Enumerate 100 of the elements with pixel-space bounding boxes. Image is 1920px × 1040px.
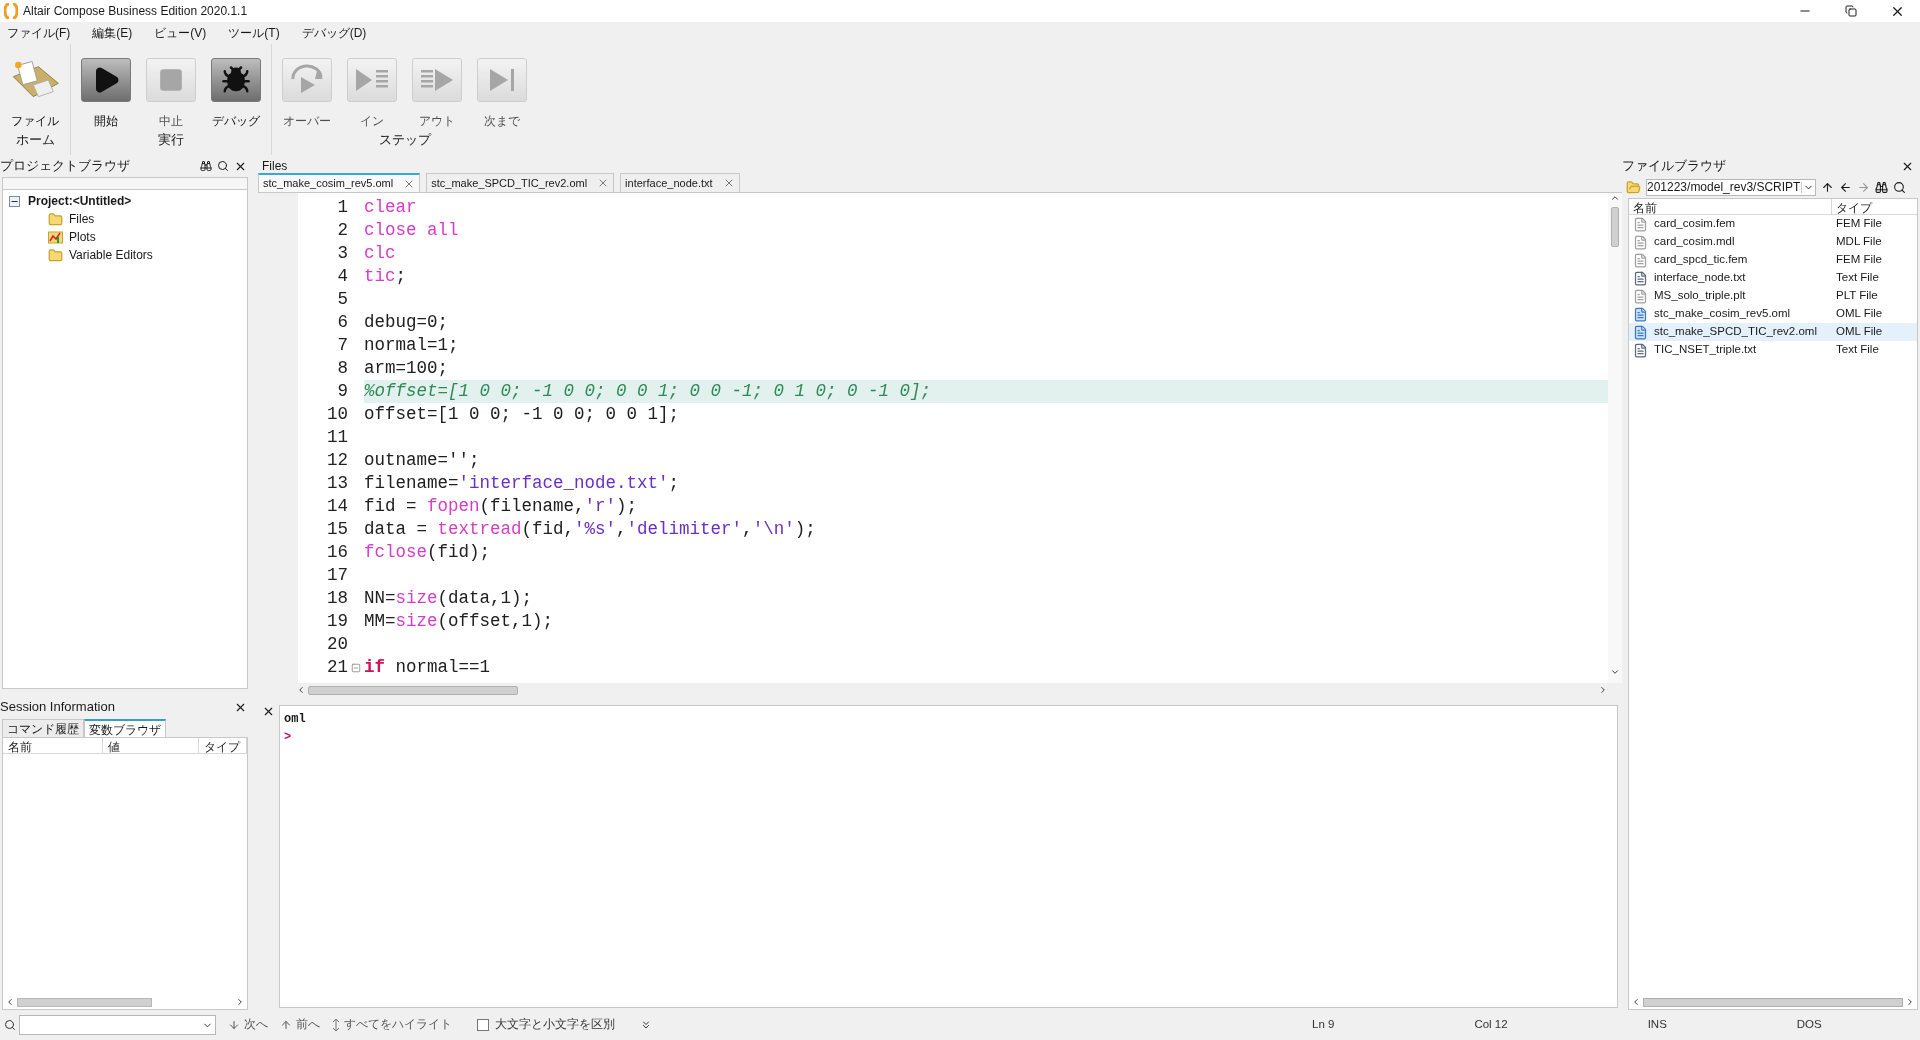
menu-item[interactable]: デバッグ(D) xyxy=(296,24,372,42)
ribbon-group-label: ステップ xyxy=(378,131,431,149)
code-line: arm=100; xyxy=(364,357,448,381)
folder-icon xyxy=(1626,179,1641,195)
menu-item[interactable]: ツール(T) xyxy=(223,24,285,42)
file-row[interactable]: stc_make_SPCD_TIC_rev2.oml OML File xyxy=(1629,323,1917,341)
tree-item[interactable]: Project:<Untitled> xyxy=(28,192,132,210)
panel-title: ファイルブラウザ xyxy=(1622,157,1726,176)
find-button[interactable]: 次へ xyxy=(228,1016,268,1034)
up-arrow-icon xyxy=(280,1019,292,1031)
file-row[interactable]: interface_node.txt Text File xyxy=(1629,269,1917,287)
file-row[interactable]: card_cosim.fem FEM File xyxy=(1629,215,1917,233)
scroll-right-icon[interactable] xyxy=(1905,997,1915,1007)
scrollbar-thumb[interactable] xyxy=(1611,207,1619,247)
scroll-left-icon[interactable] xyxy=(5,997,15,1007)
forward-arrow-icon[interactable] xyxy=(1857,180,1870,194)
file-name: stc_make_cosim_rev5.oml xyxy=(1654,306,1791,322)
checkbox-label: 大文字と小文字を区別 xyxy=(495,1017,615,1033)
code-line: %offset=[1 0 0; -1 0 0; 0 0 1; 0 0 -1; 0 1 0; 0 -1 0]; xyxy=(364,380,932,404)
scroll-left-icon[interactable] xyxy=(1631,997,1641,1007)
down-arrow-icon xyxy=(228,1019,240,1031)
tree-item[interactable]: Variable Editors xyxy=(69,246,153,264)
file-row[interactable]: card_spcd_tic.fem FEM File xyxy=(1629,251,1917,269)
editor-tab[interactable]: stc_make_SPCD_TIC_rev2.oml xyxy=(426,173,615,192)
search-icon[interactable] xyxy=(1893,180,1906,194)
line-indicator: Ln 9 xyxy=(1312,1017,1335,1033)
back-arrow-icon[interactable] xyxy=(1839,180,1852,194)
find-field[interactable] xyxy=(19,1015,216,1035)
file-row[interactable]: MS_solo_triple.plt PLT File xyxy=(1629,287,1917,305)
expand-icon[interactable] xyxy=(640,1019,652,1031)
file-name: interface_node.txt xyxy=(1654,270,1746,286)
panel-tab[interactable]: 変数ブラウザ xyxy=(84,719,166,737)
scrollbar-thumb[interactable] xyxy=(308,685,518,695)
find-icon[interactable] xyxy=(200,160,212,172)
ribbon-button[interactable]: デバッグ xyxy=(211,58,261,130)
scroll-right-icon[interactable] xyxy=(1598,685,1608,695)
menu-item[interactable]: ビュー(V) xyxy=(149,24,212,42)
restore-icon xyxy=(1845,5,1857,17)
column-indicator: Col 12 xyxy=(1474,1017,1508,1033)
menu-item[interactable]: ファイル(F) xyxy=(2,24,76,42)
file-row[interactable]: TIC_NSET_triple.txt Text File xyxy=(1629,341,1917,359)
match-case-checkbox[interactable] xyxy=(477,1019,489,1031)
line-ending: DOS xyxy=(1796,1017,1822,1033)
bug-icon xyxy=(211,58,261,102)
find-icon[interactable] xyxy=(1875,180,1888,194)
find-button[interactable]: すべてをハイライト xyxy=(332,1016,452,1034)
dropdown-caret-icon xyxy=(1801,181,1815,193)
tree-item[interactable]: Files xyxy=(69,210,95,228)
console-prompt: > xyxy=(284,729,293,746)
scrollbar-thumb[interactable] xyxy=(17,997,152,1007)
line-number: 20 xyxy=(326,633,348,657)
column-header[interactable]: 名前 xyxy=(3,738,103,753)
path-dropdown[interactable]: 201223/model_rev3/SCRIPT xyxy=(1646,178,1816,196)
scrollbar-thumb[interactable] xyxy=(1643,997,1903,1007)
code-line: normal=1; xyxy=(364,334,459,358)
folder-icon xyxy=(48,247,63,263)
file-name: card_cosim.mdl xyxy=(1654,234,1735,250)
code-line: NN=size(data,1); xyxy=(364,587,533,611)
ribbon-group-label: 実行 xyxy=(158,131,184,149)
panel-tab[interactable]: コマンド履歴 xyxy=(2,719,84,737)
column-header[interactable]: タイプ xyxy=(1832,199,1917,214)
collapse-toggle-icon[interactable] xyxy=(9,195,20,207)
close-icon[interactable] xyxy=(262,705,275,718)
file-icon xyxy=(1633,234,1648,250)
chart-folder-icon xyxy=(48,230,63,244)
code-line: fclose(fid); xyxy=(364,541,491,565)
file-row[interactable]: card_cosim.mdl MDL File xyxy=(1629,233,1917,251)
panel-title: Files xyxy=(261,158,289,173)
file-icon xyxy=(1633,288,1648,304)
line-number: 7 xyxy=(336,334,348,358)
scroll-up-icon[interactable] xyxy=(1610,193,1620,203)
line-number: 14 xyxy=(326,495,348,519)
search-icon[interactable] xyxy=(217,160,229,172)
script-file-icon xyxy=(1633,324,1648,340)
column-header[interactable]: 値 xyxy=(103,738,199,753)
code-line: fid = fopen(filename,'r'); xyxy=(364,495,638,519)
up-arrow-icon[interactable] xyxy=(1821,180,1834,194)
scroll-right-icon[interactable] xyxy=(235,997,245,1007)
column-header[interactable]: タイプ xyxy=(199,738,247,753)
ribbon-button[interactable]: ファイル xyxy=(10,58,60,130)
tree-item[interactable]: Plots xyxy=(69,228,96,246)
console-output: oml xyxy=(284,711,307,728)
ribbon-button[interactable]: 開始 xyxy=(81,58,131,130)
console-panel[interactable]: oml > xyxy=(279,705,1618,1008)
column-header[interactable]: 名前 xyxy=(1629,199,1832,214)
line-number: 21 xyxy=(326,656,348,680)
scroll-down-icon[interactable] xyxy=(1610,667,1620,677)
text-file-icon xyxy=(1633,342,1648,358)
menu-item[interactable]: 編集(E) xyxy=(87,24,138,42)
editor-tab[interactable]: interface_node.txt xyxy=(620,173,740,192)
step-to-end-icon xyxy=(477,58,527,102)
code-line: MM=size(offset,1); xyxy=(364,610,554,634)
line-number: 12 xyxy=(326,449,348,473)
file-type: FEM File xyxy=(1835,252,1882,268)
code-line: clc xyxy=(364,242,396,266)
file-row[interactable]: stc_make_cosim_rev5.oml OML File xyxy=(1629,305,1917,323)
scroll-left-icon[interactable] xyxy=(296,685,306,695)
find-button[interactable]: 前へ xyxy=(280,1016,320,1034)
editor-tab[interactable]: stc_make_cosim_rev5.oml xyxy=(258,173,421,192)
line-number: 16 xyxy=(326,541,348,565)
